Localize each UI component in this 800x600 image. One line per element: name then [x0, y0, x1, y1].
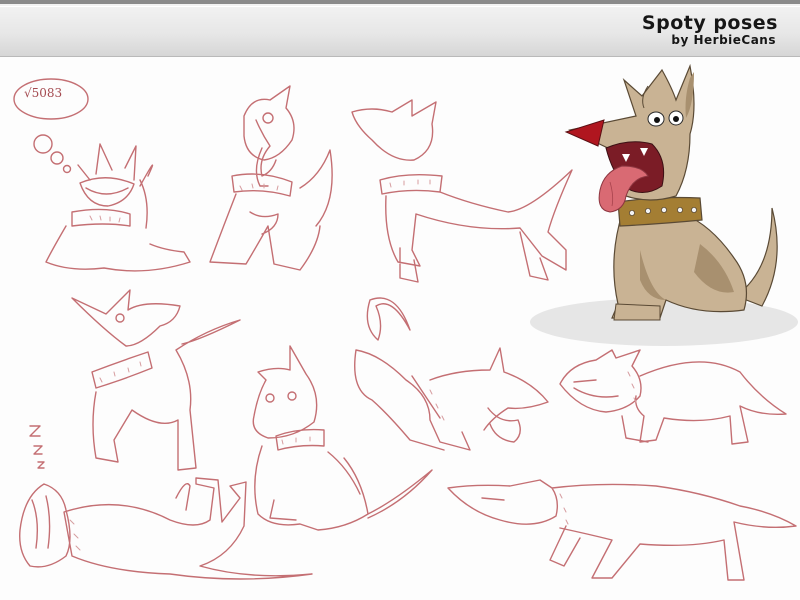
- thought-bubble-text: √5083: [24, 86, 63, 100]
- thought-dot: [50, 151, 64, 165]
- pose-play-bow: [354, 297, 549, 451]
- colored-dog-illustration: [530, 63, 798, 346]
- thought-dot: [62, 164, 72, 174]
- pose-sitting-front: [252, 345, 433, 531]
- pose-thinking-dog: [13, 78, 191, 272]
- model-sheet: Spoty poses by HerbieCans √5083: [0, 0, 800, 600]
- pose-standing-side: [71, 289, 241, 471]
- pose-angry-crouch: [559, 349, 787, 445]
- pose-sneaking: [447, 479, 797, 581]
- pose-lying-back: [19, 477, 313, 580]
- pose-standing-lookup: [351, 99, 573, 283]
- sketch-canvas: [13, 63, 798, 581]
- pose-sitting-tongue: [209, 85, 333, 271]
- sleep-zzz: [29, 425, 45, 469]
- thought-dot: [33, 134, 53, 154]
